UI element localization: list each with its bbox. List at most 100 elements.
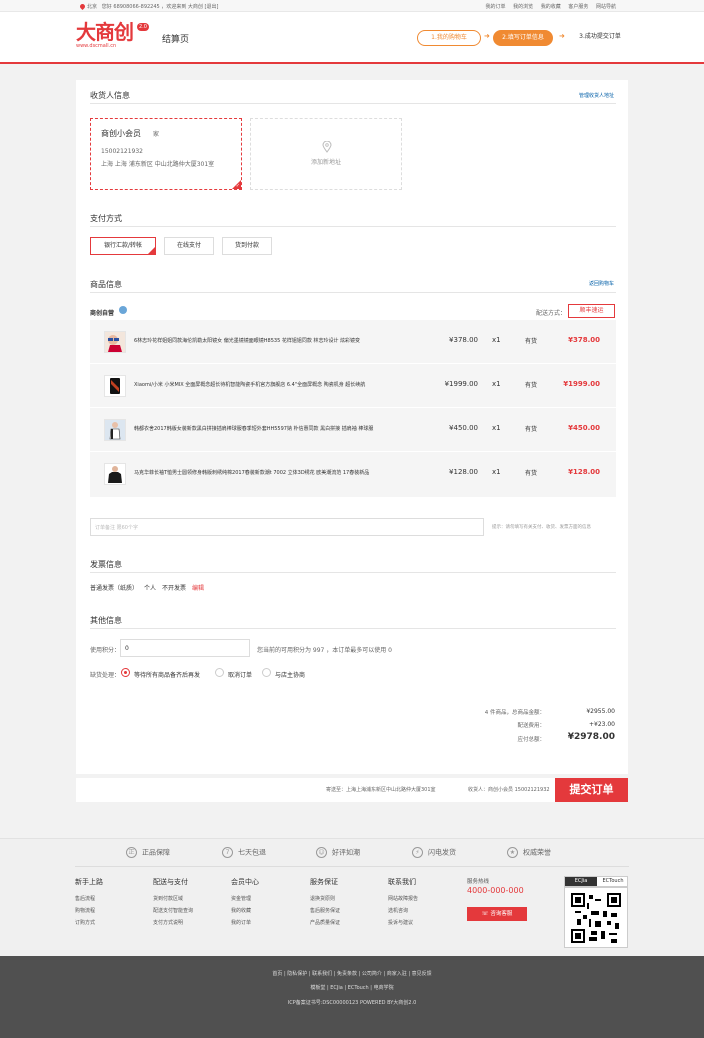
shipping-method[interactable]: 顺丰速运 [568, 304, 615, 318]
product-subtotal: ¥450.00 [568, 424, 600, 432]
manage-address-link[interactable]: 管理收货人地址 [579, 92, 614, 99]
bottom-links[interactable]: 首页 | 隐私保护 | 联系我们 | 免责条款 | 公司简介 | 商家入驻 | … [0, 970, 704, 977]
order-remark-input[interactable]: 订单备注 限60个字 [90, 518, 484, 536]
logo-url: www.dscmall.cn [76, 43, 117, 49]
bottom-bar: 首页 | 隐私保护 | 联系我们 | 免责条款 | 公司简介 | 商家入驻 | … [0, 956, 704, 1038]
ship-to-address: 寄送至：上海上海浦东新区中山北路仲大厦301室 [326, 787, 436, 793]
shop-name[interactable]: 商创自营 [90, 308, 114, 317]
divider [90, 572, 616, 573]
product-name[interactable]: 韩都衣舍2017韩版女装新款黑白拼接插肩棒球服春季短外套HH5597妠 朴信惠同… [134, 425, 404, 432]
product-qty: x1 [492, 336, 501, 344]
top-link-orders[interactable]: 我的订单 [486, 4, 506, 10]
goods-row: 6林志玲花样姐姐同款海伦凯勒太阳镜女 偏光墨镜镜面眼镜H8535 花样姐姐同款 … [90, 320, 616, 364]
points-hint: 您当前的可用积分为 997 ，本订单最多可以使用 0 [257, 647, 392, 654]
back-to-cart-link[interactable]: 返回购物车 [589, 280, 614, 287]
assurance-label: 正品保障 [142, 848, 170, 857]
footer-link[interactable]: 投诉与建议 [388, 919, 418, 926]
product-name[interactable]: 6林志玲花样姐姐同款海伦凯勒太阳镜女 偏光墨镜镜面眼镜H8535 花样姐姐同款 … [134, 337, 404, 344]
product-stock: 有货 [525, 470, 538, 477]
qr-tab-ectouch[interactable]: ECTouch [597, 877, 629, 886]
chat-icon[interactable] [119, 306, 127, 314]
product-price: ¥128.00 [449, 468, 478, 476]
header: 大商创 2.0 www.dscmall.cn 结算页 1.我的购物车 ➜ 2.填… [0, 12, 704, 64]
qr-tab-ecjia[interactable]: ECJia [565, 877, 597, 886]
sunglasses-image [105, 332, 125, 352]
selected-corner [148, 247, 155, 254]
genuine-icon: 正 [126, 847, 137, 858]
shortage-option-wait[interactable]: 等待所有商品备齐后再发 [134, 670, 200, 679]
shipping-label: 配送方式： [536, 310, 567, 317]
divider [90, 226, 616, 227]
product-thumbnail[interactable] [104, 331, 126, 353]
footer-link[interactable]: 购物流程 [75, 907, 103, 914]
consult-service-button[interactable]: ☏ 咨询客服 [467, 907, 527, 921]
footer-link[interactable]: 产品质量保证 [310, 919, 340, 926]
invoice-edit-link[interactable]: 编辑 [192, 585, 204, 592]
checkout-panel: 收货人信息 管理收货人地址 商创小会员 家 15002121932 上海 上海 … [76, 80, 628, 774]
shortage-radio-negotiate[interactable] [262, 668, 271, 677]
footer-col-title: 联系我们 [388, 878, 416, 886]
address-tag: 家 [153, 131, 160, 138]
step-cart[interactable]: 1.我的购物车 [417, 30, 481, 46]
footer-link[interactable]: 我的订单 [231, 919, 259, 926]
product-subtotal: ¥128.00 [568, 468, 600, 476]
lightning-icon: ⚡ [412, 847, 423, 858]
product-subtotal: ¥1999.00 [563, 380, 600, 388]
pay-option-cod[interactable]: 货到付款 [222, 237, 272, 255]
product-thumbnail[interactable] [104, 375, 126, 397]
footer-link[interactable]: 资金管理 [231, 895, 259, 902]
footer-link[interactable]: 配送支付智能查询 [153, 907, 193, 914]
invoice-who: 个人 [144, 585, 157, 592]
assurance-praise: ☺ 好评如潮 [316, 847, 360, 858]
assurance-label: 好评如潮 [332, 848, 360, 857]
points-input[interactable]: 0 [120, 639, 250, 657]
shortage-radio-wait[interactable] [121, 668, 130, 677]
product-thumbnail[interactable] [104, 419, 126, 441]
product-name[interactable]: 马克华菲长袖T恤男士圆领修身韩版刺绣纯棉2017春装新款潮t 7002 立体3D… [134, 469, 404, 476]
product-thumbnail[interactable] [104, 463, 126, 485]
footer-col-delivery: 配送与支付 货到付款区域 配送支付智能查询 支付方式说明 [153, 877, 193, 931]
product-price: ¥450.00 [449, 424, 478, 432]
phone-image [105, 376, 125, 396]
bottom-links-secondary[interactable]: 模板堂 | ECJia | ECTouch | 电商学院 [0, 984, 704, 991]
footer-link[interactable]: 货到付款区域 [153, 895, 193, 902]
goods-list: 6林志玲花样姐姐同款海伦凯勒太阳镜女 偏光墨镜镜面眼镜H8535 花样姐姐同款 … [90, 320, 616, 497]
assurance-delivery: ⚡ 闪电发货 [412, 847, 456, 858]
footer-link[interactable]: 售后流程 [75, 895, 103, 902]
location[interactable]: 北京 [87, 4, 97, 10]
add-new-address[interactable]: 添加新地址 [250, 118, 402, 190]
consignee-title: 收货人信息 [90, 91, 130, 100]
product-qty: x1 [492, 380, 501, 388]
shortage-option-cancel[interactable]: 取消订单 [228, 670, 252, 679]
submit-order-button[interactable]: 提交订单 [555, 778, 628, 802]
footer-divider [75, 866, 629, 867]
shortage-radio-cancel[interactable] [215, 668, 224, 677]
submit-bar: 寄送至：上海上海浦东新区中山北路仲大厦301室 收货人：商创小会员 150021… [76, 778, 628, 802]
footer-link[interactable]: 支付方式说明 [153, 919, 193, 926]
pay-option-online[interactable]: 在线支付 [164, 237, 214, 255]
top-link-favorites[interactable]: 我的收藏 [541, 4, 561, 10]
footer-link[interactable]: 售后服务保证 [310, 907, 340, 914]
divider [90, 292, 616, 293]
receiver-info: 收货人：商创小会员 15002121932 [468, 787, 550, 793]
logo[interactable]: 大商创 [76, 22, 134, 42]
top-link-sitenav[interactable]: 网站导航 [596, 4, 616, 10]
footer-link[interactable]: 我的收藏 [231, 907, 259, 914]
footer-link[interactable]: 选机咨询 [388, 907, 418, 914]
product-name[interactable]: Xiaomi/小米 小米MIX 全面屏概念超长待机智能陶瓷手机官方旗舰店 6.4… [134, 381, 404, 388]
pay-option-bank-transfer[interactable]: 银行汇款/转帐 [90, 237, 156, 255]
other-title: 其他信息 [90, 616, 122, 625]
items-total-value: ¥2955.00 [586, 708, 615, 715]
badge-icon: ★ [507, 847, 518, 858]
remark-hint: 提示：请勿填写有关支付、收货、发票方面的信息 [492, 525, 591, 530]
footer-link[interactable]: 退换货原则 [310, 895, 340, 902]
top-link-history[interactable]: 我的浏览 [513, 4, 533, 10]
footer-link[interactable]: 订购方式 [75, 919, 103, 926]
shortage-option-negotiate[interactable]: 与店主协商 [275, 670, 305, 679]
top-link-service[interactable]: 客户服务 [568, 4, 588, 10]
consignee-phone: 15002121932 [101, 148, 143, 155]
goods-row: 韩都衣舍2017韩版女装新款黑白拼接插肩棒球服春季短外套HH5597妠 朴信惠同… [90, 408, 616, 452]
address-card-selected[interactable]: 商创小会员 家 15002121932 上海 上海 浦东新区 中山北路仲大厦30… [90, 118, 242, 190]
footer-link[interactable]: 网站故障报告 [388, 895, 418, 902]
assurance-honor: ★ 权威荣誉 [507, 847, 551, 858]
